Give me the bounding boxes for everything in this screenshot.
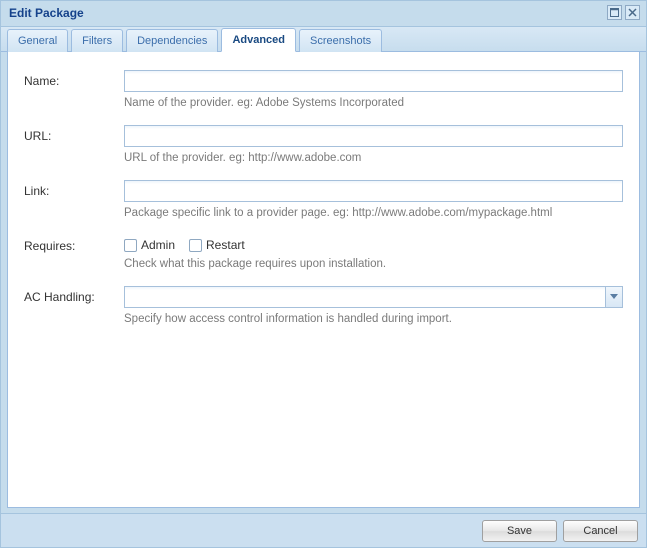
ac-handling-select[interactable] [124, 286, 623, 308]
requires-label: Requires: [24, 235, 124, 253]
ac-handling-arrow[interactable] [605, 287, 622, 307]
save-button[interactable]: Save [482, 520, 557, 542]
window-controls [607, 5, 640, 20]
link-hint: Package specific link to a provider page… [124, 207, 623, 219]
dialog-footer: Save Cancel [1, 513, 646, 547]
link-input[interactable] [124, 180, 623, 202]
tab-filters[interactable]: Filters [71, 29, 123, 52]
name-hint: Name of the provider. eg: Adobe Systems … [124, 97, 623, 109]
admin-checkbox-label: Admin [141, 238, 175, 252]
close-icon [628, 8, 637, 17]
admin-checkbox-item[interactable]: Admin [124, 238, 175, 252]
tab-advanced[interactable]: Advanced [221, 28, 296, 52]
url-label: URL: [24, 125, 124, 143]
restart-checkbox-label: Restart [206, 238, 245, 252]
tab-dependencies[interactable]: Dependencies [126, 29, 218, 52]
url-input[interactable] [124, 125, 623, 147]
tab-bar: General Filters Dependencies Advanced Sc… [1, 26, 646, 52]
ac-handling-label: AC Handling: [24, 286, 124, 304]
maximize-icon [610, 8, 619, 17]
ac-handling-value [125, 287, 605, 307]
name-input[interactable] [124, 70, 623, 92]
tab-screenshots[interactable]: Screenshots [299, 29, 382, 52]
restart-checkbox[interactable] [189, 239, 202, 252]
chevron-down-icon [610, 294, 618, 300]
url-hint: URL of the provider. eg: http://www.adob… [124, 152, 623, 164]
cancel-button[interactable]: Cancel [563, 520, 638, 542]
titlebar: Edit Package [1, 1, 646, 26]
link-label: Link: [24, 180, 124, 198]
tab-general[interactable]: General [7, 29, 68, 52]
edit-package-dialog: Edit Package General Filters Dependencie… [0, 0, 647, 548]
dialog-title: Edit Package [9, 6, 84, 20]
ac-handling-hint: Specify how access control information i… [124, 313, 623, 325]
restart-checkbox-item[interactable]: Restart [189, 238, 245, 252]
close-button[interactable] [625, 5, 640, 20]
requires-hint: Check what this package requires upon in… [124, 258, 623, 270]
name-label: Name: [24, 70, 124, 88]
admin-checkbox[interactable] [124, 239, 137, 252]
maximize-button[interactable] [607, 5, 622, 20]
tab-content-advanced: Name: Name of the provider. eg: Adobe Sy… [7, 52, 640, 508]
